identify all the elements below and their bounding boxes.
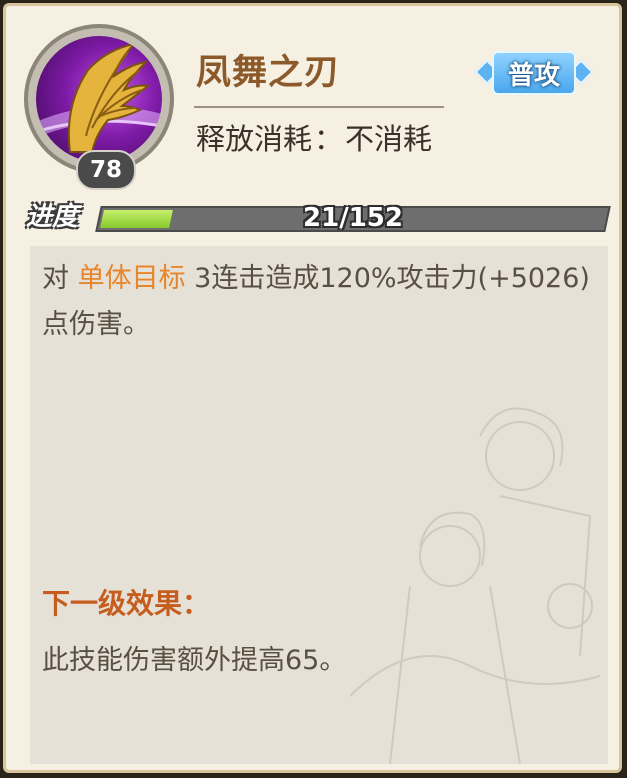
skill-tooltip-panel: 78 凤舞之刃 释放消耗：不消耗 普攻 进度 21/152 对 单体目标 3连击… xyxy=(3,3,622,773)
progress-value: 21/152 xyxy=(303,203,403,233)
name-divider xyxy=(194,106,444,108)
skill-level-badge: 78 xyxy=(76,150,136,190)
skill-type-badge: 普攻 xyxy=(474,51,594,95)
skill-name: 凤舞之刃 xyxy=(196,53,341,93)
cost-label: 释放消耗 xyxy=(196,122,313,156)
cast-cost: 释放消耗：不消耗 xyxy=(196,116,432,158)
description-box: 对 单体目标 3连击造成120%攻击力(+5026)点伤害。 下一级效果： 此技… xyxy=(30,246,608,764)
next-level-description: 此技能伤害额外提高65。 xyxy=(42,645,347,676)
desc-prefix: 对 xyxy=(42,263,78,294)
golden-wing-icon xyxy=(36,36,162,162)
skill-type-label: 普攻 xyxy=(507,60,560,91)
progress-label: 进度 xyxy=(26,202,79,232)
cost-value: 不消耗 xyxy=(345,122,433,156)
next-level-title: 下一级效果： xyxy=(42,587,211,620)
cost-separator: ： xyxy=(314,122,344,156)
target-highlight: 单体目标 xyxy=(77,263,186,294)
skill-description: 对 单体目标 3连击造成120%攻击力(+5026)点伤害。 xyxy=(42,256,602,348)
character-art-watermark xyxy=(350,407,600,764)
